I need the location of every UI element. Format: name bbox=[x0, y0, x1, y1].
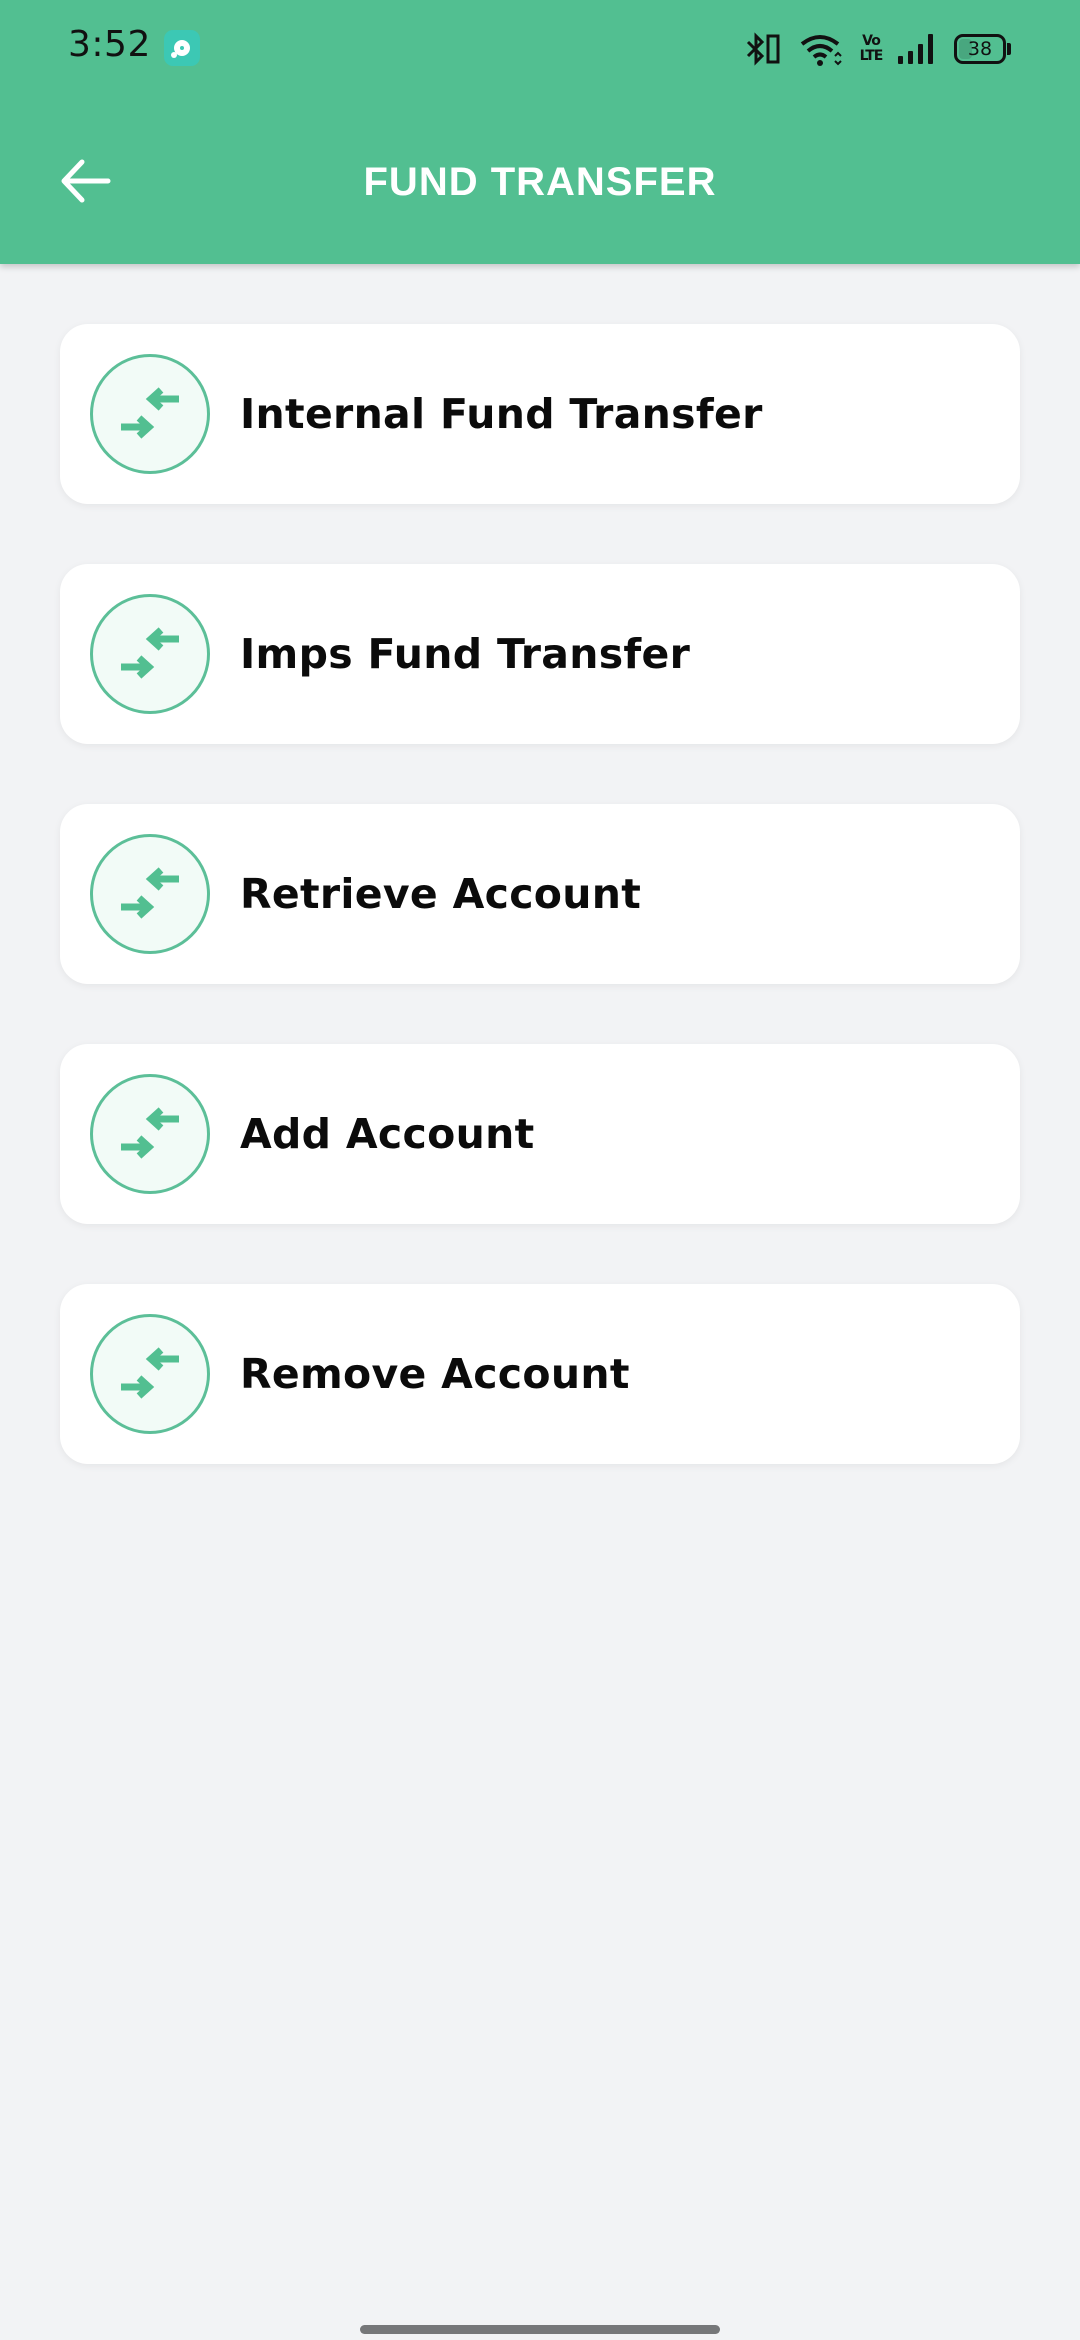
menu-item-internal-fund-transfer[interactable]: Internal Fund Transfer bbox=[60, 324, 1020, 504]
transfer-arrows-icon bbox=[90, 1314, 210, 1434]
transfer-arrows-icon bbox=[90, 1074, 210, 1194]
menu-item-label: Retrieve Account bbox=[240, 870, 642, 918]
volte-icon: Vo LTE bbox=[859, 33, 884, 64]
transfer-arrows-icon bbox=[90, 354, 210, 474]
battery-level: 38 bbox=[967, 38, 993, 60]
bluetooth-icon bbox=[744, 30, 784, 70]
page-title: FUND TRANSFER bbox=[363, 160, 717, 204]
app-bar: 3:52 Vo LTE 38 FUND TRANSFER bbox=[0, 0, 1080, 264]
wifi-icon bbox=[800, 30, 844, 70]
signal-icon bbox=[896, 30, 936, 70]
menu-item-retrieve-account[interactable]: Retrieve Account bbox=[60, 804, 1020, 984]
menu-item-label: Imps Fund Transfer bbox=[240, 630, 691, 678]
menu-item-remove-account[interactable]: Remove Account bbox=[60, 1284, 1020, 1464]
menu-item-label: Add Account bbox=[240, 1110, 535, 1158]
menu-list: Internal Fund Transfer Imps Fund Transfe… bbox=[60, 324, 1020, 1524]
transfer-arrows-icon bbox=[90, 594, 210, 714]
transfer-arrows-icon bbox=[90, 834, 210, 954]
menu-item-imps-fund-transfer[interactable]: Imps Fund Transfer bbox=[60, 564, 1020, 744]
home-indicator[interactable] bbox=[360, 2325, 720, 2334]
menu-item-add-account[interactable]: Add Account bbox=[60, 1044, 1020, 1224]
status-bar: 3:52 Vo LTE 38 bbox=[0, 0, 1080, 96]
status-time: 3:52 bbox=[68, 24, 151, 65]
battery-icon: 38 bbox=[954, 30, 1014, 70]
menu-item-label: Remove Account bbox=[240, 1350, 630, 1398]
music-player-icon bbox=[164, 30, 200, 66]
menu-item-label: Internal Fund Transfer bbox=[240, 390, 763, 438]
